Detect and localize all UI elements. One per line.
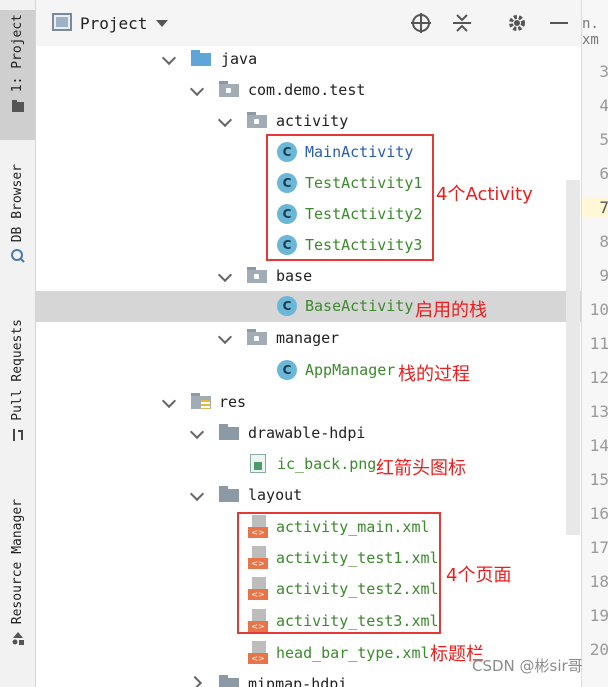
resource-icon xyxy=(12,632,24,646)
package-icon xyxy=(247,112,267,128)
tree-item-image[interactable]: ic_back.png xyxy=(36,449,581,480)
tree-item-label: ic_back.png xyxy=(277,455,377,473)
tree-item-package[interactable]: com.demo.test xyxy=(36,75,581,106)
csdn-watermark: CSDN @彬sir哥 xyxy=(472,657,583,675)
annotation-base: 启用的栈 xyxy=(415,300,487,321)
annotation-activities: 4个Activity xyxy=(436,184,533,205)
tab-pull-requests-label: Pull Requests xyxy=(10,319,25,421)
tab-project[interactable]: 1: Project xyxy=(0,10,35,140)
pull-request-icon xyxy=(12,428,23,441)
line-number: 13 xyxy=(589,402,608,421)
image-file-icon xyxy=(250,454,266,473)
line-number: 5 xyxy=(599,130,608,149)
project-title[interactable]: Project xyxy=(80,14,147,33)
line-number: 18 xyxy=(589,572,608,591)
package-icon xyxy=(247,329,267,345)
tab-project-label: 1: Project xyxy=(10,14,25,93)
folder-icon xyxy=(11,100,24,113)
line-number: 3 xyxy=(599,62,608,81)
package-icon xyxy=(247,267,267,283)
tab-resource-manager[interactable]: Resource Manager xyxy=(0,495,35,670)
line-number: 16 xyxy=(589,504,608,523)
tree-item-label: AppManager xyxy=(305,361,396,379)
line-number: 20 xyxy=(589,640,608,659)
minimize-icon[interactable] xyxy=(548,12,570,34)
line-number: 19 xyxy=(589,606,608,625)
collapse-all-icon[interactable] xyxy=(451,12,473,34)
editor-tab-fragment[interactable]: n. xm xyxy=(582,16,608,48)
tree-item-class[interactable]: C AppManager xyxy=(36,355,581,386)
chevron-right-icon[interactable] xyxy=(187,675,203,687)
tree-item-manager-package[interactable]: manager xyxy=(36,323,581,354)
chevron-down-icon[interactable] xyxy=(161,393,177,409)
tree-item-folder[interactable]: drawable-hdpi xyxy=(36,418,581,449)
chevron-down-icon[interactable] xyxy=(189,486,205,502)
line-number: 14 xyxy=(589,436,608,455)
activities-highlight-box xyxy=(266,134,434,261)
tree-item-label: layout xyxy=(248,486,303,504)
tree-item-label: head_bar_type.xml xyxy=(276,644,430,662)
database-icon xyxy=(10,249,25,263)
xml-file-icon: <> xyxy=(248,641,268,665)
chevron-down-icon[interactable] xyxy=(161,50,177,66)
tree-item-res[interactable]: res xyxy=(36,387,581,418)
tree-item-label: manager xyxy=(276,329,340,347)
class-icon: C xyxy=(277,296,297,316)
line-number: 11 xyxy=(589,334,608,353)
folder-icon xyxy=(219,486,239,502)
tree-item-java[interactable]: java xyxy=(36,46,581,75)
layouts-highlight-box xyxy=(237,512,441,634)
chevron-down-icon[interactable] xyxy=(217,112,233,128)
tree-item-label: com.demo.test xyxy=(248,81,366,99)
tree-item-base-package[interactable]: base xyxy=(36,261,581,292)
line-number: 10 xyxy=(589,300,608,319)
annotation-icback: 红箭头图标 xyxy=(376,458,466,479)
tree-item-label: BaseActivity xyxy=(305,297,414,315)
tree-item-label: res xyxy=(219,393,247,411)
line-number: 8 xyxy=(599,232,608,251)
java-folder-icon xyxy=(191,50,211,66)
class-icon: C xyxy=(277,360,297,380)
chevron-down-icon[interactable] xyxy=(189,81,205,97)
line-number-current: 7 xyxy=(582,198,608,217)
annotation-pages: 4个页面 xyxy=(446,565,512,586)
tree-item-label: activity xyxy=(276,112,349,130)
tree-item-class-selected[interactable]: C BaseActivity xyxy=(36,291,581,322)
project-toolbar: Project xyxy=(36,0,581,46)
project-window-icon xyxy=(52,13,72,31)
folder-icon xyxy=(219,675,239,687)
chevron-down-icon[interactable] xyxy=(217,267,233,283)
tree-item-label: base xyxy=(276,267,313,285)
chevron-down-icon[interactable] xyxy=(189,424,205,440)
line-number: 17 xyxy=(589,538,608,557)
tree-item-label: drawable-hdpi xyxy=(248,424,366,442)
line-number: 12 xyxy=(589,368,608,387)
locate-icon[interactable] xyxy=(410,12,432,34)
tab-db-browser-label: DB Browser xyxy=(10,164,25,243)
package-icon xyxy=(219,81,239,97)
line-number: 9 xyxy=(599,266,608,285)
tree-item-activity-package[interactable]: activity xyxy=(36,106,581,137)
res-folder-icon xyxy=(191,393,211,409)
tab-resource-manager-label: Resource Manager xyxy=(10,499,25,625)
line-number: 6 xyxy=(599,164,608,183)
tab-pull-requests[interactable]: Pull Requests xyxy=(0,315,35,465)
tree-item-label: java xyxy=(221,50,258,68)
tool-window-sidebar: 1: Project DB Browser Pull Requests Reso… xyxy=(0,0,36,687)
folder-icon xyxy=(219,424,239,440)
annotation-manager: 栈的过程 xyxy=(398,364,470,385)
tree-scrollbar[interactable] xyxy=(566,180,580,535)
tree-item-label: mipmap-hdpi xyxy=(248,675,348,687)
chevron-down-icon[interactable] xyxy=(156,20,168,27)
line-number: 15 xyxy=(589,470,608,489)
line-number: 4 xyxy=(599,96,608,115)
tab-db-browser[interactable]: DB Browser xyxy=(0,160,35,285)
editor-gutter: n. xm 3 4 5 6 7 8 9 10 11 12 13 14 15 16… xyxy=(581,0,608,687)
project-tree: java com.demo.test activity C MainActivi… xyxy=(36,46,581,687)
tree-item-layout-folder[interactable]: layout xyxy=(36,480,581,511)
gear-icon[interactable] xyxy=(506,12,528,34)
chevron-down-icon[interactable] xyxy=(217,329,233,345)
